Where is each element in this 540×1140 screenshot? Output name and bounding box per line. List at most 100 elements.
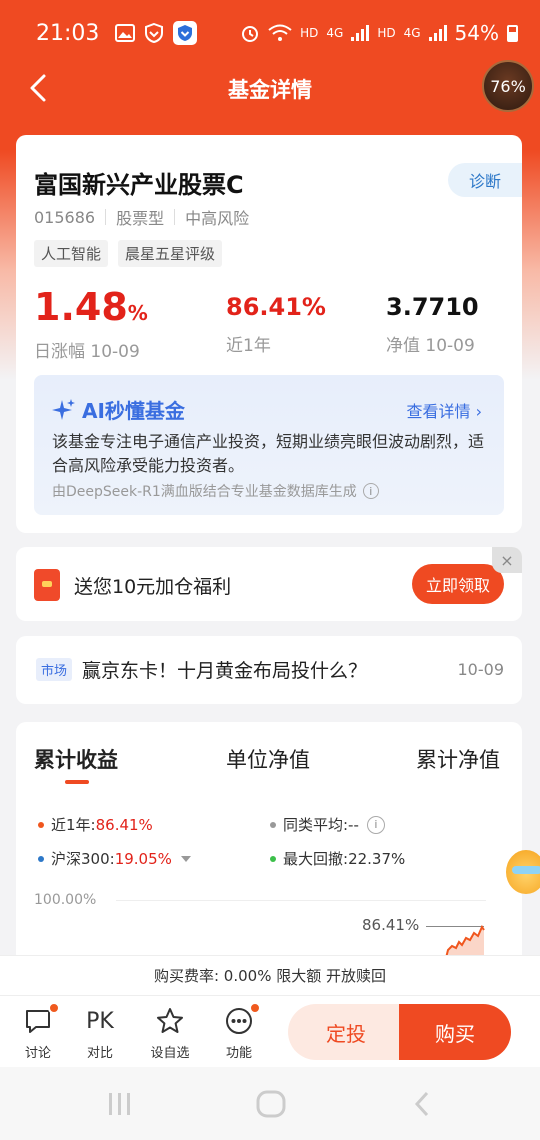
legend-fund: 近1年: 86.41% (38, 814, 153, 835)
ai-summary-text: 该基金专注电子通信产业投资，短期业绩亮眼但波动剧烈，适合高风险承受能力投资者。 (52, 432, 485, 475)
nav-stat: 3.7710 净值 10-09 (386, 285, 479, 356)
functions-label: 功能 (225, 1046, 252, 1061)
vpn-icon (145, 23, 164, 43)
diagnose-button[interactable]: 诊断 (448, 163, 522, 197)
notification-dot (249, 1002, 261, 1014)
caret-down-icon[interactable] (180, 855, 191, 862)
sparkle-icon (52, 398, 75, 420)
compare-button[interactable]: PK 对比 (76, 1004, 124, 1062)
ai-title-text: AI秒懂基金 (82, 399, 185, 423)
daily-change-unit: % (127, 301, 148, 325)
wifi-icon (268, 24, 292, 41)
fund-tags: 人工智能 晨星五星评级 (34, 240, 223, 267)
auto-invest-button[interactable]: 定投 (288, 1004, 404, 1060)
redpacket-icon (34, 569, 60, 601)
fund-tag[interactable]: 晨星五星评级 (118, 240, 223, 267)
year-return-stat: 86.41% 近1年 (226, 285, 326, 356)
net-4g-2: 4G (403, 26, 421, 40)
fee-bar: 购买费率: 0.00% 限大额 开放赎回 (0, 955, 540, 995)
fund-return-area (446, 927, 484, 958)
clock: 21:03 (36, 20, 100, 46)
discuss-button[interactable]: 讨论 (14, 1002, 62, 1061)
legend-fund-value: 86.41% (95, 815, 153, 834)
notification-dot (48, 1002, 60, 1014)
system-nav-bar (0, 1067, 540, 1140)
news-title: 赢京东卡！十月黄金布局投什么？ (82, 660, 368, 682)
buy-button[interactable]: 购买 (399, 1004, 511, 1060)
promo-banner[interactable]: 送您10元加仓福利 立即领取 × (16, 547, 522, 621)
battery-percent: 54% (454, 21, 499, 45)
tab-unit-nav[interactable]: 单位净值 (226, 744, 310, 774)
legend-peer: 同类平均:-- i (270, 814, 385, 835)
add-watchlist-button[interactable]: 设自选 (146, 1004, 194, 1061)
net-4g-1: 4G (326, 26, 344, 40)
daily-change-label: 日涨幅 10-09 (34, 342, 140, 362)
legend-fund-label: 近1年: (51, 816, 96, 834)
signal-icon (351, 25, 370, 41)
discuss-label: 讨论 (24, 1046, 51, 1061)
year-return-label: 近1年 (226, 336, 271, 356)
tab-cumulative-return[interactable]: 累计收益 (34, 744, 118, 774)
y-axis-top-label: 100.00% (34, 892, 97, 908)
chart-end-label: 86.41% (362, 916, 420, 934)
floating-progress-badge[interactable]: 76% (482, 60, 534, 112)
mascot-float-icon[interactable] (506, 850, 540, 894)
news-date: 10-09 (457, 660, 505, 679)
battery-icon (507, 24, 518, 42)
legend-peer-label: 同类平均:-- (283, 816, 359, 834)
fund-type: 股票型 (116, 209, 165, 228)
return-chart[interactable] (436, 918, 486, 958)
gridline (116, 900, 486, 901)
legend-index[interactable]: 沪深300: 19.05% (38, 848, 191, 869)
promo-text: 送您10元加仓福利 (74, 576, 232, 598)
legend-index-value: 19.05% (114, 849, 172, 868)
chat-icon (26, 1010, 50, 1033)
nav-value: 3.7710 (386, 293, 479, 321)
legend-drawdown: 最大回撤: 22.37% (270, 848, 405, 869)
fund-risk: 中高风险 (185, 209, 250, 228)
status-bar: 21:03 HD 4G HD 4G 54% (0, 0, 540, 66)
legend-drawdown-label: 最大回撤: (283, 850, 349, 868)
shield-icon (173, 21, 198, 45)
ai-detail-link[interactable]: 查看详情 › (406, 398, 482, 422)
star-icon (157, 1008, 183, 1033)
ai-detail-link-text: 查看详情 (406, 402, 471, 421)
ai-title: AI秒懂基金 (52, 395, 185, 424)
compare-label: 对比 (86, 1046, 113, 1061)
legend-dot (270, 821, 276, 828)
performance-tabs: 累计收益 单位净值 累计净值 (16, 744, 522, 784)
pk-icon: PK (86, 1008, 114, 1034)
chevron-right-icon: › (475, 402, 482, 421)
fund-tag[interactable]: 人工智能 (34, 240, 109, 267)
close-icon[interactable]: × (492, 547, 522, 573)
news-tag: 市场 (36, 658, 73, 681)
news-item[interactable]: 市场 赢京东卡！十月黄金布局投什么？ 10-09 (16, 636, 522, 704)
legend-dot (38, 821, 44, 828)
fund-code: 015686 (34, 207, 96, 227)
claim-button[interactable]: 立即领取 (412, 564, 504, 604)
ai-summary-box[interactable]: AI秒懂基金 查看详情 › 该基金专注电子通信产业投资，短期业绩亮眼但波动剧烈，… (34, 375, 504, 515)
tab-cumulative-nav[interactable]: 累计净值 (416, 744, 500, 774)
legend-dot (38, 855, 44, 862)
fund-summary-card: 富国新兴产业股票C 诊断 015686 股票型 中高风险 人工智能 晨星五星评级… (16, 135, 522, 533)
active-tab-indicator (65, 780, 89, 784)
ai-footer-text: 由DeepSeek-R1满血版结合专业基金数据库生成 (52, 484, 357, 500)
functions-button[interactable]: 功能 (215, 1002, 263, 1061)
fund-name: 富国新兴产业股票C (34, 171, 244, 199)
year-return-value: 86.41% (226, 293, 326, 321)
info-icon[interactable]: i (366, 815, 385, 834)
gallery-icon (115, 24, 136, 42)
signal-icon (428, 25, 447, 41)
recents-icon[interactable] (106, 1091, 134, 1117)
back-nav-icon[interactable] (412, 1091, 432, 1117)
bottom-action-bar: 讨论 PK 对比 设自选 功能 定投 购买 (0, 995, 540, 1067)
nav-bar: 基金详情 (0, 66, 540, 110)
daily-change-value: 1.48 (34, 285, 128, 329)
info-icon[interactable]: i (362, 483, 379, 499)
net-hd-1: HD (300, 26, 319, 40)
divider (174, 209, 176, 225)
home-icon[interactable] (256, 1090, 286, 1118)
watchlist-label: 设自选 (150, 1046, 190, 1061)
legend-index-label: 沪深300: (51, 850, 115, 868)
daily-change-stat: 1.48% 日涨幅 10-09 (34, 285, 148, 362)
